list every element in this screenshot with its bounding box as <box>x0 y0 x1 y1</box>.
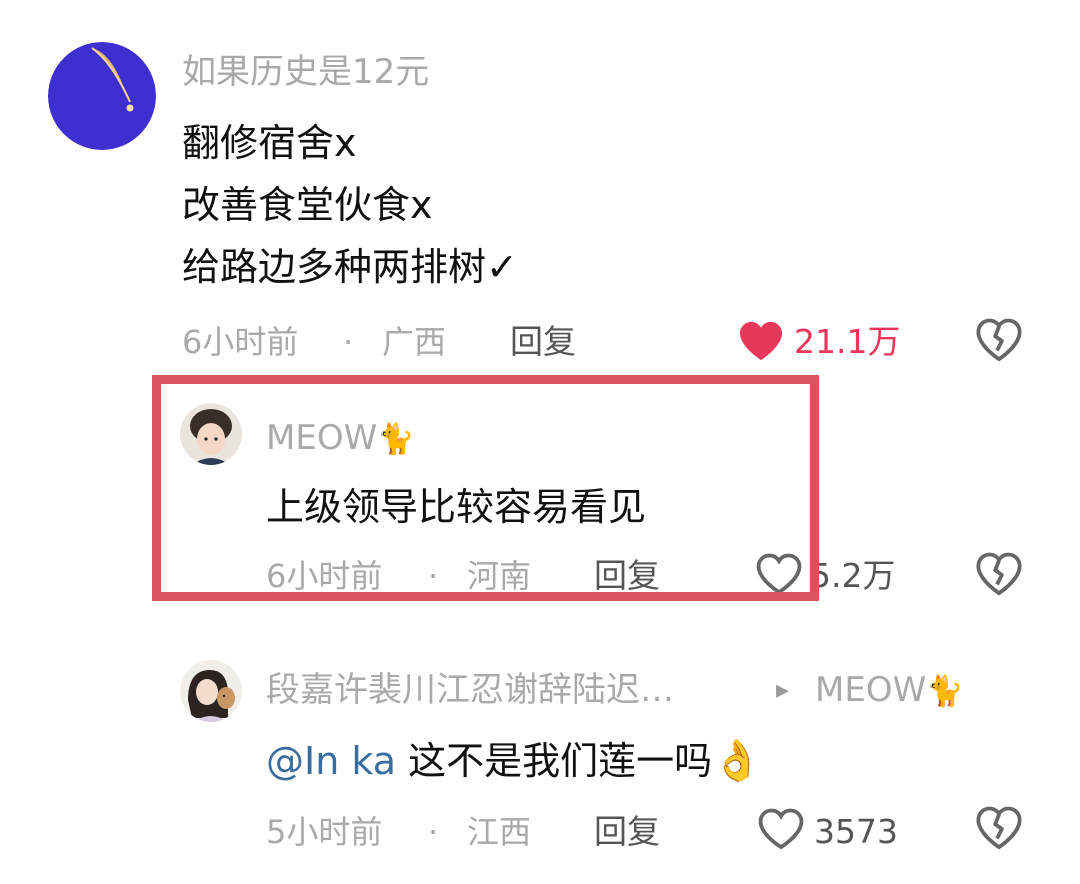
broken-heart-icon[interactable] <box>976 318 1022 362</box>
reply-to-username[interactable]: MEOW🐈 <box>815 670 964 712</box>
comment-text: 上级领导比较容易看见 <box>266 485 647 529</box>
reply-arrow-icon: ▸ <box>776 675 790 705</box>
avatar[interactable] <box>180 403 242 465</box>
meta-separator: · <box>428 813 439 851</box>
heart-outline-icon[interactable] <box>758 808 804 850</box>
avatar[interactable] <box>48 42 156 150</box>
reply-button[interactable]: 回复 <box>594 812 660 852</box>
comment-text-line-1: 翻修宿舍x <box>182 121 357 165</box>
comment-username[interactable]: MEOW🐈 <box>266 418 415 460</box>
avatar-image <box>180 403 242 465</box>
mention-link[interactable]: @In ka <box>266 739 396 783</box>
avatar[interactable] <box>180 660 242 722</box>
comment-time: 6小时前 <box>182 323 299 361</box>
ok-hand-emoji: 👌 <box>712 738 762 784</box>
meta-separator: · <box>428 557 439 595</box>
like-count: 5.2万 <box>810 556 896 595</box>
reply-button[interactable]: 回复 <box>510 322 576 362</box>
broken-heart-icon[interactable] <box>976 806 1022 850</box>
reply-to-text: MEOW <box>815 670 927 710</box>
like-count: 21.1万 <box>794 322 901 361</box>
comment-location: 广西 <box>382 323 447 361</box>
comment-time: 5小时前 <box>266 813 383 851</box>
comment-text-content: 这不是我们莲一吗 <box>408 739 713 783</box>
comment-username[interactable]: 段嘉许裴川江忍谢辞陆迟… <box>266 670 674 710</box>
heart-filled-icon[interactable] <box>738 320 784 362</box>
broken-heart-icon[interactable] <box>976 552 1022 596</box>
like-count: 3573 <box>814 812 898 851</box>
comment-time: 6小时前 <box>266 557 383 595</box>
comment-text: @In ka 这不是我们莲一吗👌 <box>266 738 762 784</box>
comment-username[interactable]: 如果历史是12元 <box>182 52 429 92</box>
comment-location: 河南 <box>467 557 532 595</box>
reply-button[interactable]: 回复 <box>594 556 660 596</box>
avatar-image <box>180 660 242 722</box>
heart-outline-icon[interactable] <box>756 553 802 595</box>
username-text: MEOW <box>266 418 378 458</box>
meta-separator: · <box>343 323 354 361</box>
comment-text-line-2: 改善食堂伙食x <box>182 183 433 227</box>
comment-location: 江西 <box>467 813 532 851</box>
cat-emoji: 🐈 <box>377 422 415 457</box>
avatar-image <box>48 42 156 150</box>
cat-emoji: 🐈 <box>926 674 964 709</box>
comment-text-line-3: 给路边多种两排树✓ <box>182 245 518 289</box>
